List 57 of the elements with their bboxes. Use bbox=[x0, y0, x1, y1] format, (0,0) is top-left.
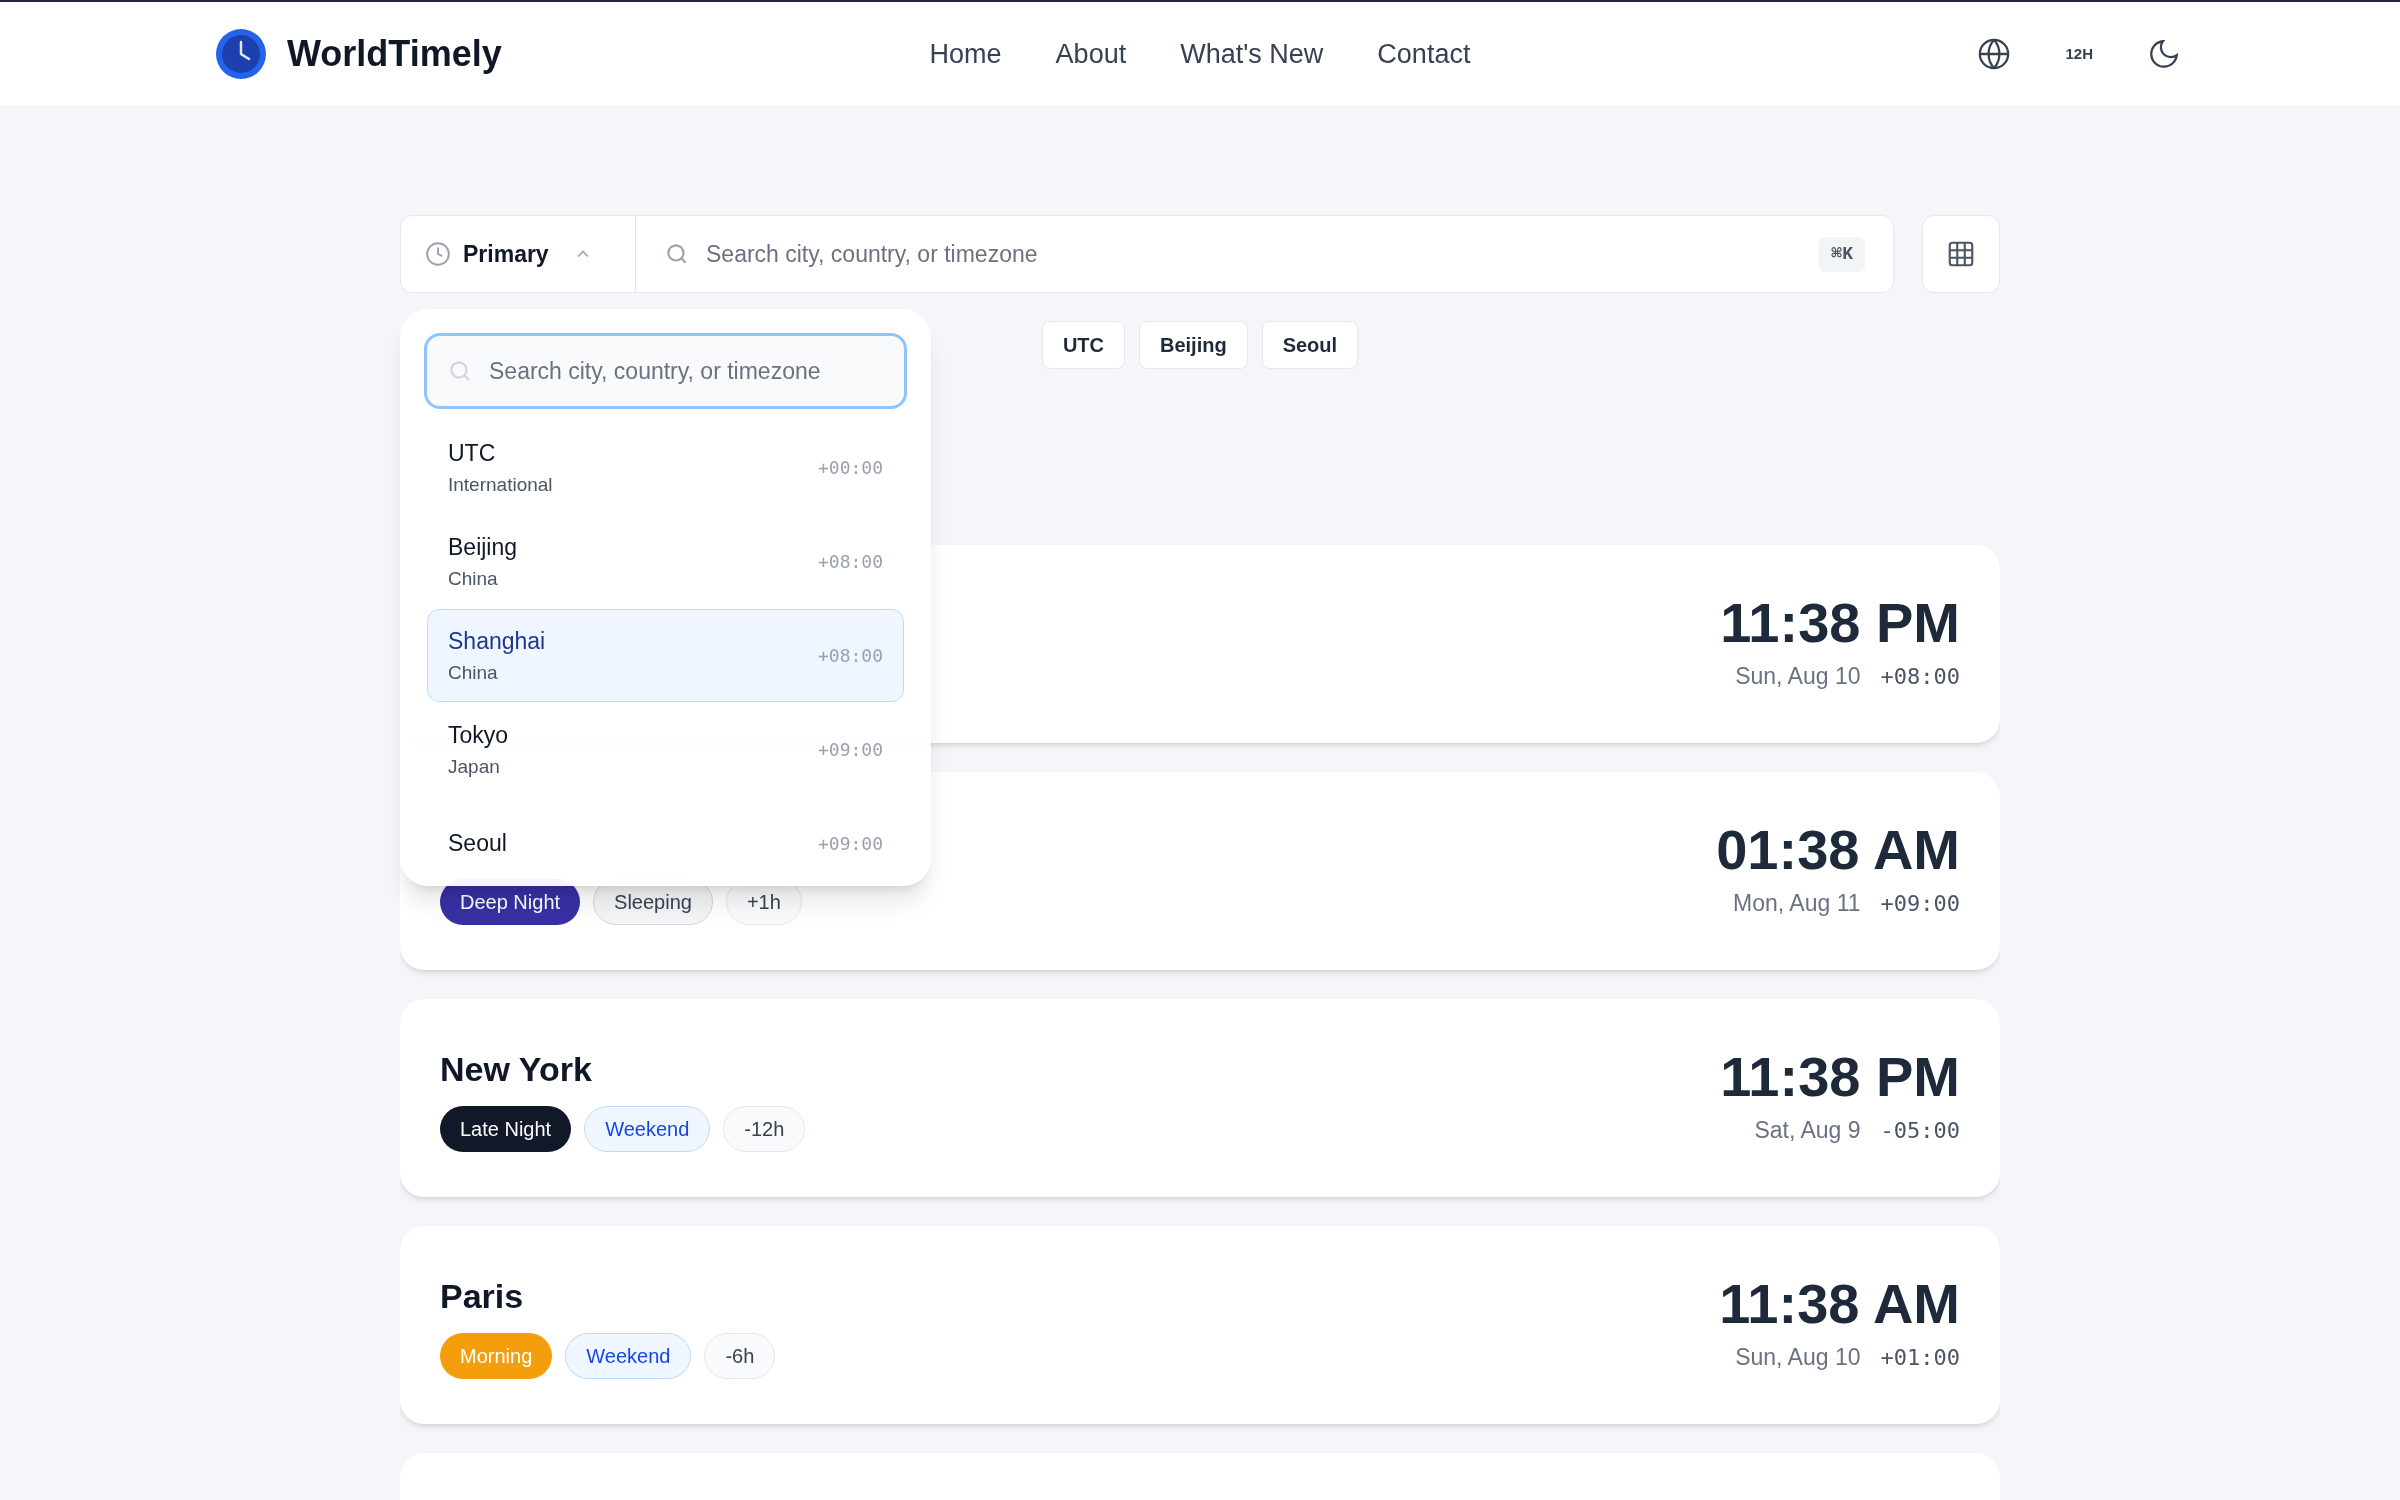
moon-icon bbox=[2147, 37, 2181, 71]
utc-offset: +08:00 bbox=[817, 550, 883, 574]
clock-icon bbox=[425, 241, 451, 267]
quick-pick-chip[interactable]: Seoul bbox=[1261, 321, 1359, 369]
utc-offset: +01:00 bbox=[1880, 1343, 1960, 1372]
status-tag: -6h bbox=[704, 1333, 776, 1379]
status-tag: -12h bbox=[723, 1106, 806, 1152]
grid-view-button[interactable] bbox=[1922, 215, 2000, 293]
local-time: 11:38 PM bbox=[1720, 594, 1960, 651]
grid-icon bbox=[1946, 239, 1976, 269]
city-name: Tokyo bbox=[448, 721, 509, 750]
local-date: Mon, Aug 11 bbox=[1733, 888, 1861, 918]
country-name: China bbox=[448, 660, 499, 685]
city-name: Shanghai bbox=[448, 627, 546, 656]
city-option[interactable]: Beijing China +08:00 bbox=[427, 515, 904, 608]
local-time: 11:38 AM bbox=[1719, 1275, 1960, 1332]
utc-offset: +00:00 bbox=[817, 456, 883, 480]
nav-link[interactable]: About bbox=[1055, 33, 1127, 75]
local-date: Sat, Aug 9 bbox=[1754, 1115, 1861, 1145]
time-format-button[interactable]: 12H bbox=[2065, 42, 2093, 66]
nav-link[interactable]: Home bbox=[929, 33, 1002, 75]
search-input[interactable]: Search city, country, or timezone bbox=[706, 216, 1820, 292]
local-date: Sun, Aug 10 bbox=[1735, 661, 1861, 691]
brand-name[interactable]: WorldTimely bbox=[287, 27, 502, 81]
city-option[interactable]: UTC International +00:00 bbox=[427, 421, 904, 514]
utc-offset: +09:00 bbox=[1880, 889, 1960, 918]
city-name: Seoul bbox=[448, 829, 507, 859]
local-time: 11:38 PM bbox=[1720, 1048, 1960, 1105]
utc-offset: +08:00 bbox=[817, 644, 883, 668]
quick-pick-chip[interactable]: UTC bbox=[1041, 321, 1125, 369]
country-name: China bbox=[448, 566, 499, 591]
status-tag: Weekend bbox=[584, 1106, 711, 1152]
country-name: Japan bbox=[448, 754, 501, 779]
local-date: Sun, Aug 10 bbox=[1735, 1342, 1861, 1372]
city-option[interactable]: Tokyo Japan +09:00 bbox=[427, 703, 904, 796]
status-tag: Weekend bbox=[565, 1333, 692, 1379]
city-title: New York bbox=[440, 1049, 593, 1088]
utc-offset: +08:00 bbox=[1880, 662, 1960, 691]
nav-link[interactable]: What's New bbox=[1180, 33, 1324, 75]
status-tag: Late Night bbox=[440, 1106, 572, 1152]
dropdown-search-field[interactable]: Search city, country, or timezone bbox=[424, 333, 907, 409]
city-name: Beijing bbox=[448, 533, 518, 562]
utc-offset: -05:00 bbox=[1880, 1116, 1960, 1145]
city-title: Paris bbox=[440, 1276, 525, 1315]
nav-link[interactable]: Contact bbox=[1377, 33, 1471, 75]
city-option[interactable]: Shanghai China +08:00 bbox=[427, 609, 904, 702]
quick-pick-chip[interactable]: Beijing bbox=[1139, 321, 1248, 369]
shortcut-hint: ⌘K bbox=[1819, 236, 1865, 272]
utc-offset: +09:00 bbox=[817, 738, 883, 762]
local-time: 01:38 AM bbox=[1716, 821, 1960, 878]
search-input[interactable]: Search city, country, or timezone bbox=[489, 353, 884, 389]
globe-icon bbox=[1977, 37, 2012, 71]
status-tag: Morning bbox=[440, 1333, 553, 1379]
clock-logo-icon bbox=[215, 28, 267, 80]
country-name: International bbox=[448, 472, 553, 497]
utc-offset: +09:00 bbox=[817, 832, 883, 856]
city-name: UTC bbox=[448, 439, 497, 468]
